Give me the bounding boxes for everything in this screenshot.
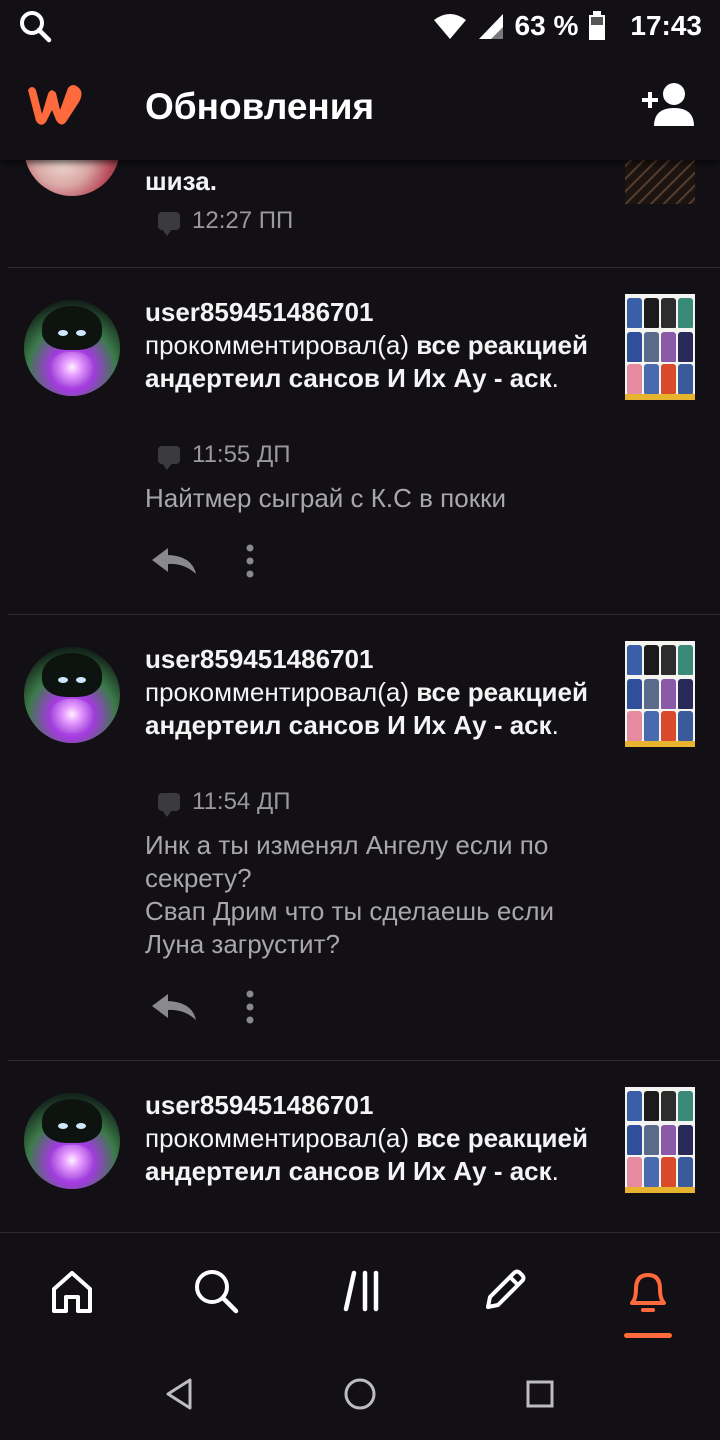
nav-notifications[interactable] <box>620 1263 676 1319</box>
list-item[interactable]: user859451486701 прокомментировал(а) все… <box>0 615 720 1060</box>
list-item[interactable]: user859451486701 прокомментировал(а) все… <box>0 268 720 614</box>
comment-text: Найтмер сыграй с К.С в покки <box>145 483 506 513</box>
bell-icon <box>630 1273 666 1312</box>
back-icon[interactable] <box>160 1374 200 1414</box>
battery-percent: 63 % <box>514 10 579 41</box>
bottom-nav <box>0 1232 720 1346</box>
nav-search[interactable] <box>188 1263 244 1319</box>
update-message: user859451486701 прокомментировал(а) все… <box>145 1090 588 1186</box>
avatar[interactable] <box>24 160 120 196</box>
story-cover[interactable] <box>625 160 695 204</box>
home-icon <box>52 1271 92 1313</box>
update-message: user859451486701 прокомментировал(а) все… <box>145 297 588 393</box>
username[interactable]: user859451486701 <box>145 1090 373 1120</box>
comment-icon <box>158 212 180 236</box>
timestamp: 11:55 ДП <box>158 441 290 470</box>
list-item[interactable]: шиза. 12:27 ПП <box>0 160 720 268</box>
active-tab-indicator <box>624 1333 672 1338</box>
pencil-icon <box>486 1269 526 1309</box>
search-icon[interactable] <box>18 9 52 43</box>
more-options-icon[interactable] <box>243 989 257 1025</box>
username[interactable]: user859451486701 <box>145 297 373 327</box>
clock: 17:43 <box>630 10 702 41</box>
app-bar: Обновления <box>0 52 720 160</box>
signal-icon <box>478 14 503 39</box>
comment-icon <box>158 793 180 817</box>
nav-home[interactable] <box>44 1263 100 1319</box>
more-options-icon[interactable] <box>243 543 257 579</box>
system-nav <box>0 1346 720 1440</box>
avatar[interactable] <box>24 1093 120 1189</box>
recents-icon[interactable] <box>520 1374 560 1414</box>
update-message: user859451486701 прокомментировал(а) все… <box>145 644 588 740</box>
reply-icon[interactable] <box>150 992 198 1022</box>
avatar[interactable] <box>24 300 120 396</box>
list-item[interactable]: user859451486701 прокомментировал(а) все… <box>0 1061 720 1232</box>
status-indicators: 63 % 17:43 <box>433 10 702 42</box>
search-icon <box>195 1270 239 1314</box>
reply-icon[interactable] <box>150 546 198 576</box>
username[interactable]: user859451486701 <box>145 644 373 674</box>
avatar[interactable] <box>24 647 120 743</box>
battery-icon <box>589 11 606 40</box>
story-cover[interactable] <box>625 294 695 400</box>
timestamp: 12:27 ПП <box>158 207 293 236</box>
story-cover[interactable] <box>625 1087 695 1193</box>
updates-feed[interactable]: шиза. 12:27 ПП user859451486701 прокомме… <box>0 160 720 1232</box>
home-circle-icon[interactable] <box>340 1374 380 1414</box>
nav-write[interactable] <box>476 1263 532 1319</box>
timestamp: 11:54 ДП <box>158 788 290 817</box>
comment-text: Инк а ты изменял Ангелу если по секрету?… <box>145 830 555 959</box>
library-icon <box>343 1270 379 1312</box>
wattpad-logo-icon[interactable] <box>24 80 88 128</box>
nav-library[interactable] <box>334 1263 390 1319</box>
update-message: шиза. <box>145 166 217 196</box>
story-cover[interactable] <box>625 641 695 747</box>
comment-icon <box>158 446 180 470</box>
add-friend-icon[interactable] <box>640 80 696 128</box>
page-title: Обновления <box>145 86 375 127</box>
wifi-icon <box>433 14 466 39</box>
status-bar: 63 % 17:43 <box>0 0 720 52</box>
